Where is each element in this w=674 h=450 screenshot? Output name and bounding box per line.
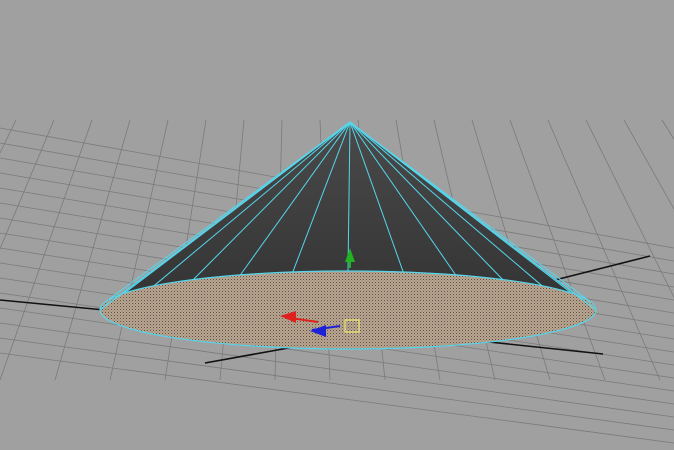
grid-line-row bbox=[0, 352, 674, 444]
grid-line-col bbox=[509, 119, 606, 381]
cone-base-cap bbox=[99, 270, 597, 350]
cone-object[interactable] bbox=[99, 121, 597, 350]
grid-line-row bbox=[0, 337, 674, 431]
grid-line-col bbox=[585, 119, 674, 299]
3d-viewport[interactable] bbox=[0, 0, 674, 450]
grid-line-col bbox=[623, 119, 674, 210]
z-axis-line-back bbox=[554, 255, 651, 281]
viewport-scene[interactable] bbox=[0, 0, 674, 450]
grid-line-col bbox=[661, 119, 674, 140]
